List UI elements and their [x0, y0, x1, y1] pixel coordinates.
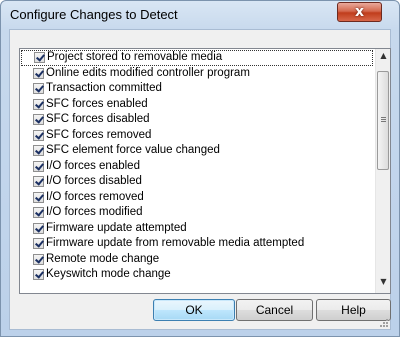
checklist-item-label: Firmware update attempted — [46, 221, 187, 234]
checkbox[interactable] — [33, 114, 44, 125]
scroll-down-arrow-icon[interactable]: ▼ — [376, 277, 390, 293]
checklist-item-label: SFC forces enabled — [46, 97, 148, 110]
checklist-item[interactable]: Transaction committed — [20, 81, 376, 97]
checkbox[interactable] — [33, 253, 44, 265]
checklist-item-label: I/O forces removed — [46, 190, 144, 203]
checkbox[interactable] — [33, 129, 44, 141]
checkbox[interactable] — [33, 98, 44, 110]
dialog-client-area: Project stored to removable media Online … — [9, 29, 391, 330]
checklist-item-label: Project stored to removable media — [47, 51, 223, 63]
checklist-item-label: SFC forces removed — [46, 128, 152, 141]
checklist-item[interactable]: Remote mode change — [20, 252, 376, 268]
checkbox[interactable] — [33, 207, 44, 218]
checkbox[interactable] — [33, 83, 44, 94]
checklist-item[interactable]: SFC forces enabled — [20, 97, 376, 113]
checkbox[interactable] — [33, 160, 44, 172]
checklist-item-label: I/O forces modified — [46, 206, 143, 218]
checklist-item[interactable]: SFC forces removed — [20, 128, 376, 144]
checkbox[interactable] — [34, 52, 45, 63]
thumb-grip-line — [381, 117, 386, 118]
checklist-item[interactable]: SFC forces disabled — [20, 112, 376, 128]
checklist-item-label: Online edits modified controller program — [46, 66, 250, 79]
resize-grip-icon[interactable] — [378, 317, 388, 327]
checklist-item[interactable]: I/O forces modified — [20, 205, 376, 221]
checklist-item[interactable]: SFC element force value changed — [20, 143, 376, 159]
checklist-item[interactable]: Keyswitch mode change — [20, 267, 376, 283]
checklist-item-label: Keyswitch mode change — [46, 268, 171, 280]
checkbox[interactable] — [33, 67, 44, 79]
scroll-up-arrow-icon[interactable]: ▲ — [376, 51, 390, 67]
checklist-item-label: SFC forces disabled — [46, 113, 150, 125]
cancel-button[interactable]: Cancel — [236, 299, 313, 321]
checklist-item[interactable]: I/O forces disabled — [20, 174, 376, 190]
vertical-scrollbar[interactable]: ▲ ▼ — [375, 49, 390, 293]
checkbox[interactable] — [33, 269, 44, 280]
checklist-item-label: Firmware update from removable media att… — [46, 237, 305, 249]
checklist-item-label: I/O forces disabled — [46, 175, 142, 187]
title-bar[interactable]: Configure Changes to Detect x — [1, 1, 399, 27]
checklist-item-label: I/O forces enabled — [46, 159, 140, 172]
checklist-item-label: Remote mode change — [46, 252, 160, 265]
dialog-title: Configure Changes to Detect — [10, 7, 178, 22]
checklist-item[interactable]: Firmware update attempted — [20, 221, 376, 237]
dialog-window: Configure Changes to Detect x Project st… — [0, 0, 400, 337]
ok-button[interactable]: OK — [153, 299, 235, 321]
checklist-items: Project stored to removable media Online … — [20, 50, 376, 283]
checklist-item[interactable]: I/O forces enabled — [20, 159, 376, 175]
checkbox[interactable] — [33, 191, 44, 203]
checkbox[interactable] — [33, 176, 44, 187]
scrollbar-thumb[interactable] — [377, 71, 389, 170]
checklist-item[interactable]: Project stored to removable media — [21, 50, 373, 66]
checkbox[interactable] — [33, 145, 44, 156]
thumb-grip-line — [381, 121, 386, 122]
checklist-item-label: SFC element force value changed — [46, 144, 220, 156]
close-button[interactable]: x — [337, 2, 382, 22]
changes-checklist[interactable]: Project stored to removable media Online … — [19, 48, 391, 294]
checklist-item[interactable]: Online edits modified controller program — [20, 66, 376, 82]
checklist-item[interactable]: Firmware update from removable media att… — [20, 236, 376, 252]
checklist-item[interactable]: I/O forces removed — [20, 190, 376, 206]
checkbox[interactable] — [33, 238, 44, 249]
checkbox[interactable] — [33, 222, 44, 234]
checklist-item-label: Transaction committed — [46, 82, 162, 94]
close-icon: x — [354, 4, 365, 20]
thumb-grip-line — [381, 119, 386, 120]
